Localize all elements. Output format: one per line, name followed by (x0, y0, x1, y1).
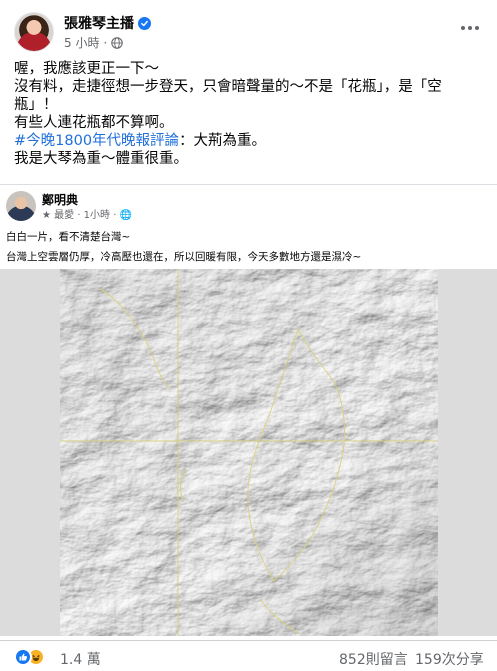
embedded-author-avatar (6, 191, 36, 221)
post-text: 喔，我應該更正一下～ 沒有料，走捷徑想一步登天，只會暗聲量的～不是「花瓶」，是「… (14, 60, 484, 168)
meta-separator: · (103, 35, 108, 50)
post-text-line: 我是大琴為重～體重很重。 (14, 151, 188, 167)
reactions-bar: 1.4 萬 852則留言 159次分享 (0, 640, 497, 671)
post-meta: 5 小時 · (64, 34, 124, 51)
author-avatar[interactable] (14, 12, 54, 52)
globe-icon[interactable] (111, 36, 124, 49)
satellite-image (60, 269, 438, 636)
facebook-post: 張雅琴主播 5 小時 · 喔，我應該更正一下～ 沒有料，走捷徑想一步登天，只會暗… (0, 0, 497, 671)
comment-count[interactable]: 852則留言 (339, 649, 408, 669)
post-text-line: 沒有料，走捷徑想一步登天，只會暗聲量的～不是「花瓶」，是「空 (14, 79, 442, 95)
post-text-line: 瓶」！ (14, 97, 58, 113)
hashtag-link[interactable]: #今晚1800年代晚報評論 (14, 133, 179, 149)
author-name-row: 張雅琴主播 (64, 13, 151, 33)
satellite-image-area (0, 269, 497, 636)
verified-badge-icon (138, 16, 151, 30)
more-options-icon[interactable] (456, 18, 484, 38)
like-reaction-icon (14, 648, 32, 666)
post-text-line: 有些人連花瓶都不算啊。 (14, 115, 174, 131)
embedded-text-line: 白白一片，看不清楚台灣~ (6, 231, 131, 243)
reaction-count[interactable]: 1.4 萬 (60, 649, 101, 669)
reaction-icons[interactable] (14, 648, 45, 666)
post-timestamp[interactable]: 5 小時 (64, 34, 99, 51)
embedded-text-line: 台灣上空雲層仍厚，冷高壓也還在，所以回暖有限，今天多數地方還是濕冷~ (6, 251, 362, 263)
embedded-post-meta: ★ 最愛 · 1小時 · 🌐 (42, 210, 133, 221)
hashtag-line: #今晚1800年代晚報評論：大荊為重。 (14, 132, 484, 150)
embedded-screenshot[interactable]: 鄭明典 ★ 最愛 · 1小時 · 🌐 白白一片，看不清楚台灣~ 台灣上空雲層仍厚… (0, 184, 497, 636)
author-name[interactable]: 張雅琴主播 (64, 13, 134, 33)
post-header: 張雅琴主播 5 小時 · (14, 12, 484, 52)
hashtag-suffix: ：大荊為重。 (179, 133, 267, 149)
post-text-line: 喔，我應該更正一下～ (14, 61, 159, 77)
share-count[interactable]: 159次分享 (415, 649, 484, 669)
